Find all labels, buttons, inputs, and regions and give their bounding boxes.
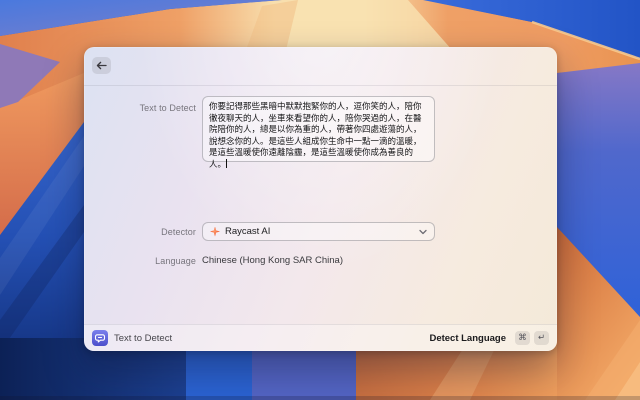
command-key-badge: ⌘ <box>515 331 530 345</box>
app-window: Text to Detect 你要記得那些黑暗中默默抱緊你的人，逗你笑的人，陪你… <box>84 47 557 351</box>
detect-language-action[interactable]: Detect Language ⌘ ↵ <box>429 331 549 345</box>
text-to-detect-label: Text to Detect <box>84 103 196 113</box>
return-key-badge: ↵ <box>534 331 549 345</box>
text-to-detect-textarea[interactable]: 你要記得那些黑暗中默默抱緊你的人，逗你笑的人，陪你徹夜聊天的人，坐車來看望你的人… <box>202 96 435 162</box>
chevron-down-icon <box>419 229 427 235</box>
text-caret <box>226 159 227 168</box>
window-footer: Text to Detect Detect Language ⌘ ↵ <box>84 324 557 351</box>
text-to-detect-value: 你要記得那些黑暗中默默抱緊你的人，逗你笑的人，陪你徹夜聊天的人，坐車來看望你的人… <box>209 101 422 169</box>
raycast-ai-icon <box>210 227 220 237</box>
language-value: Chinese (Hong Kong SAR China) <box>202 255 343 266</box>
detector-dropdown[interactable]: Raycast AI <box>202 222 435 241</box>
detector-value: Raycast AI <box>225 226 270 237</box>
desktop: Text to Detect 你要記得那些黑暗中默默抱緊你的人，逗你笑的人，陪你… <box>0 0 640 400</box>
chat-bubble-app-icon <box>92 330 108 346</box>
back-button[interactable] <box>92 57 111 74</box>
arrow-left-icon <box>96 61 107 70</box>
primary-action-label: Detect Language <box>429 333 506 344</box>
command-title: Text to Detect <box>114 333 172 344</box>
detector-label: Detector <box>84 227 196 237</box>
window-header <box>84 47 557 86</box>
language-label: Language <box>84 256 196 266</box>
